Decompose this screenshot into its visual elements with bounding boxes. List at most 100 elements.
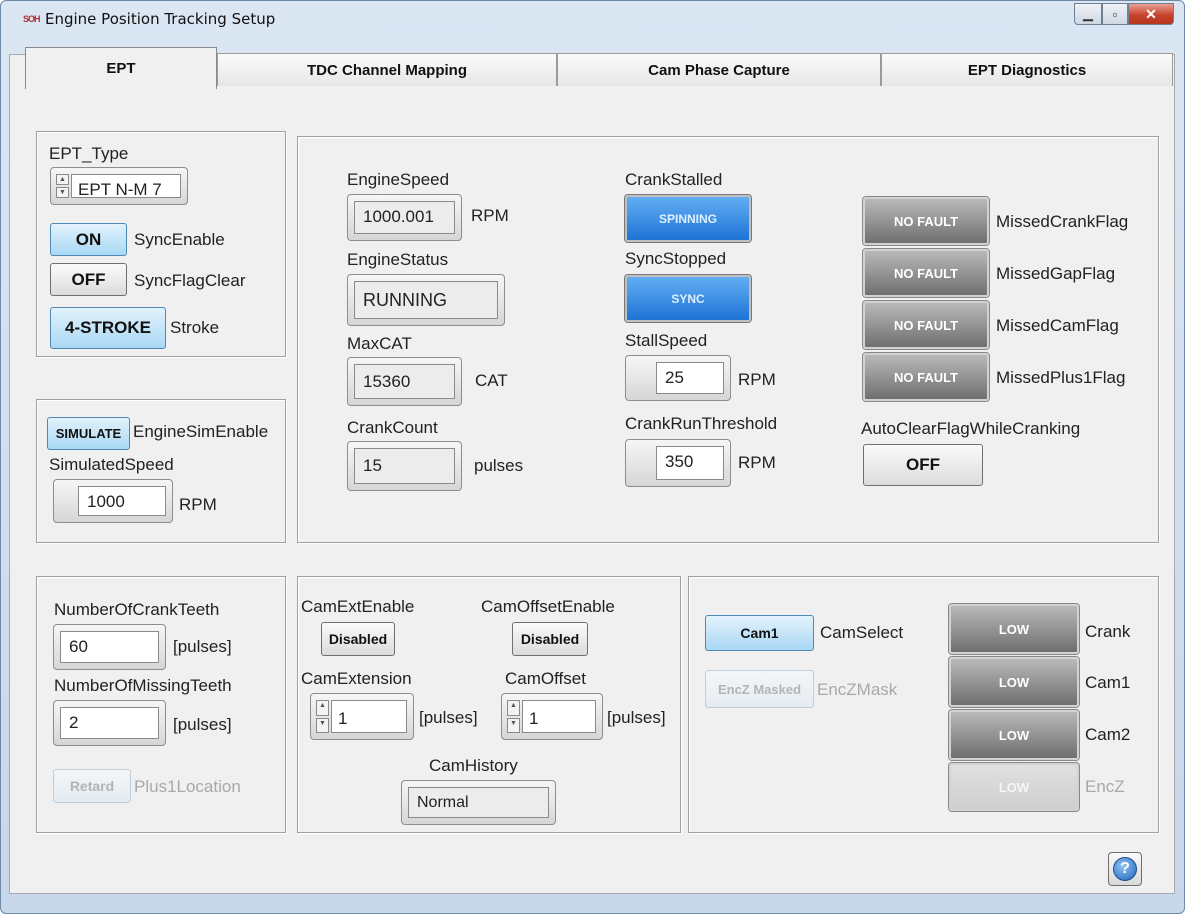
cam-extension-input[interactable]: 1: [331, 700, 407, 733]
ept-type-value[interactable]: EPT N-M 7: [71, 174, 181, 199]
missing-teeth-label: NumberOfMissingTeeth: [54, 676, 232, 695]
plus1-location-button[interactable]: Retard: [53, 769, 131, 803]
increment-icon[interactable]: ▲: [316, 700, 329, 716]
cam-offset-enable-button[interactable]: Disabled: [512, 622, 588, 656]
crank-run-threshold-label: CrankRunThreshold: [625, 414, 778, 433]
simulated-speed-control[interactable]: 1000: [53, 479, 173, 523]
engine-speed-value: 1000.001: [354, 201, 455, 234]
sync-enable-button[interactable]: ON: [50, 223, 127, 256]
engine-speed-label: EngineSpeed: [347, 170, 450, 189]
missed-gap-flag-indicator: NO FAULT: [863, 249, 989, 297]
app-window: SOH Engine Position Tracking Setup ▁ ▫ ✕…: [0, 0, 1185, 914]
tab-ept-diagnostics[interactable]: EPT Diagnostics: [881, 53, 1173, 86]
encz-mask-label: EncZMask: [817, 680, 898, 699]
max-cat-display: 15360: [347, 357, 462, 406]
stall-speed-unit: RPM: [738, 370, 776, 389]
encz-level-indicator: LOW: [949, 763, 1079, 811]
missed-cam-flag-label: MissedCamFlag: [996, 316, 1119, 335]
cam-ext-enable-label: CamExtEnable: [301, 597, 415, 616]
app-icon: SOH: [23, 14, 40, 24]
encz-level-label: EncZ: [1085, 777, 1125, 796]
cam-offset-enable-label: CamOffsetEnable: [481, 597, 615, 616]
simulated-speed-label: SimulatedSpeed: [49, 455, 174, 474]
crank-level-label: Crank: [1085, 622, 1131, 641]
decrement-icon[interactable]: ▼: [507, 717, 520, 733]
minimize-button[interactable]: ▁: [1074, 3, 1102, 25]
crank-stalled-label: CrankStalled: [625, 170, 723, 189]
crank-teeth-unit: [pulses]: [173, 637, 232, 656]
decrement-icon[interactable]: ▼: [56, 187, 69, 198]
cam-extension-unit: [pulses]: [419, 708, 478, 727]
missing-teeth-input[interactable]: 2: [60, 707, 159, 739]
auto-clear-button[interactable]: OFF: [863, 444, 983, 486]
minimize-icon: ▁: [1083, 6, 1093, 21]
sync-flag-clear-button[interactable]: OFF: [50, 263, 127, 296]
crank-teeth-control[interactable]: 60: [53, 624, 166, 670]
stroke-button[interactable]: 4-STROKE: [50, 307, 166, 349]
stall-speed-input[interactable]: 25: [656, 362, 724, 394]
cam2-level-label: Cam2: [1085, 725, 1131, 744]
crank-count-display: 15: [347, 441, 462, 491]
cam-extension-control[interactable]: ▲ ▼ 1: [310, 693, 414, 740]
cam-offset-label: CamOffset: [505, 669, 586, 688]
missed-gap-flag-label: MissedGapFlag: [996, 264, 1116, 283]
crank-run-threshold-control[interactable]: 350: [625, 439, 731, 487]
close-button[interactable]: ✕: [1128, 3, 1174, 25]
cam-offset-input[interactable]: 1: [522, 700, 596, 733]
crank-teeth-label: NumberOfCrankTeeth: [54, 600, 220, 619]
cam-history-value: Normal: [408, 787, 549, 818]
engine-sim-enable-label: EngineSimEnable: [133, 422, 269, 441]
missed-plus1-flag-label: MissedPlus1Flag: [996, 368, 1126, 387]
ept-type-selector[interactable]: ▲ ▼ EPT N-M 7: [50, 167, 188, 205]
increment-icon[interactable]: ▲: [507, 700, 520, 716]
crank-level-indicator: LOW: [949, 604, 1079, 654]
cam1-level-indicator: LOW: [949, 657, 1079, 707]
cam-history-label: CamHistory: [429, 756, 518, 775]
simulated-speed-input[interactable]: 1000: [78, 486, 166, 516]
window-controls: ▁ ▫ ✕: [1074, 3, 1174, 25]
cam-offset-control[interactable]: ▲ ▼ 1: [501, 693, 603, 740]
window-title: Engine Position Tracking Setup: [45, 10, 276, 28]
missed-plus1-flag-indicator: NO FAULT: [863, 353, 989, 401]
crank-count-label: CrankCount: [347, 418, 438, 437]
missing-teeth-control[interactable]: 2: [53, 700, 166, 746]
simulated-speed-unit: RPM: [179, 495, 217, 514]
ept-type-arrows[interactable]: ▲ ▼: [56, 174, 69, 198]
engine-status-value: RUNNING: [354, 281, 498, 319]
engine-status-label: EngineStatus: [347, 250, 449, 269]
maximize-button[interactable]: ▫: [1102, 3, 1128, 25]
tab-tdc-channel-mapping[interactable]: TDC Channel Mapping: [217, 53, 557, 86]
max-cat-value: 15360: [354, 364, 455, 399]
engine-sim-enable-button[interactable]: SIMULATE: [47, 417, 130, 450]
encz-mask-button[interactable]: EncZ Masked: [705, 670, 814, 708]
missed-cam-flag-indicator: NO FAULT: [863, 301, 989, 349]
ept-type-label: EPT_Type: [49, 144, 129, 163]
crank-teeth-input[interactable]: 60: [60, 631, 159, 663]
tab-ept[interactable]: EPT: [25, 47, 217, 89]
crank-run-threshold-input[interactable]: 350: [656, 446, 724, 480]
help-button[interactable]: ?: [1108, 852, 1142, 886]
max-cat-label: MaxCAT: [347, 334, 412, 353]
cam-extension-arrows[interactable]: ▲ ▼: [316, 700, 329, 733]
maximize-icon: ▫: [1112, 6, 1118, 22]
plus1-location-label: Plus1Location: [134, 777, 241, 796]
cam-select-label: CamSelect: [820, 623, 904, 642]
sync-stopped-label: SyncStopped: [625, 249, 727, 268]
crank-count-unit: pulses: [474, 456, 524, 475]
stroke-label: Stroke: [170, 318, 220, 337]
cam2-level-indicator: LOW: [949, 710, 1079, 760]
tab-cam-phase-capture[interactable]: Cam Phase Capture: [557, 53, 881, 86]
stall-speed-control[interactable]: 25: [625, 355, 731, 401]
cam-offset-arrows[interactable]: ▲ ▼: [507, 700, 520, 733]
auto-clear-label: AutoClearFlagWhileCranking: [861, 419, 1081, 438]
cam-select-button[interactable]: Cam1: [705, 615, 814, 651]
increment-icon[interactable]: ▲: [56, 174, 69, 185]
missing-teeth-unit: [pulses]: [173, 715, 232, 734]
missed-crank-flag-label: MissedCrankFlag: [996, 212, 1129, 231]
cam-ext-enable-button[interactable]: Disabled: [321, 622, 395, 656]
question-icon: ?: [1113, 857, 1137, 881]
decrement-icon[interactable]: ▼: [316, 717, 329, 733]
engine-speed-display: 1000.001: [347, 194, 462, 241]
crank-count-value: 15: [354, 448, 455, 484]
sync-flag-clear-label: SyncFlagClear: [134, 271, 246, 290]
